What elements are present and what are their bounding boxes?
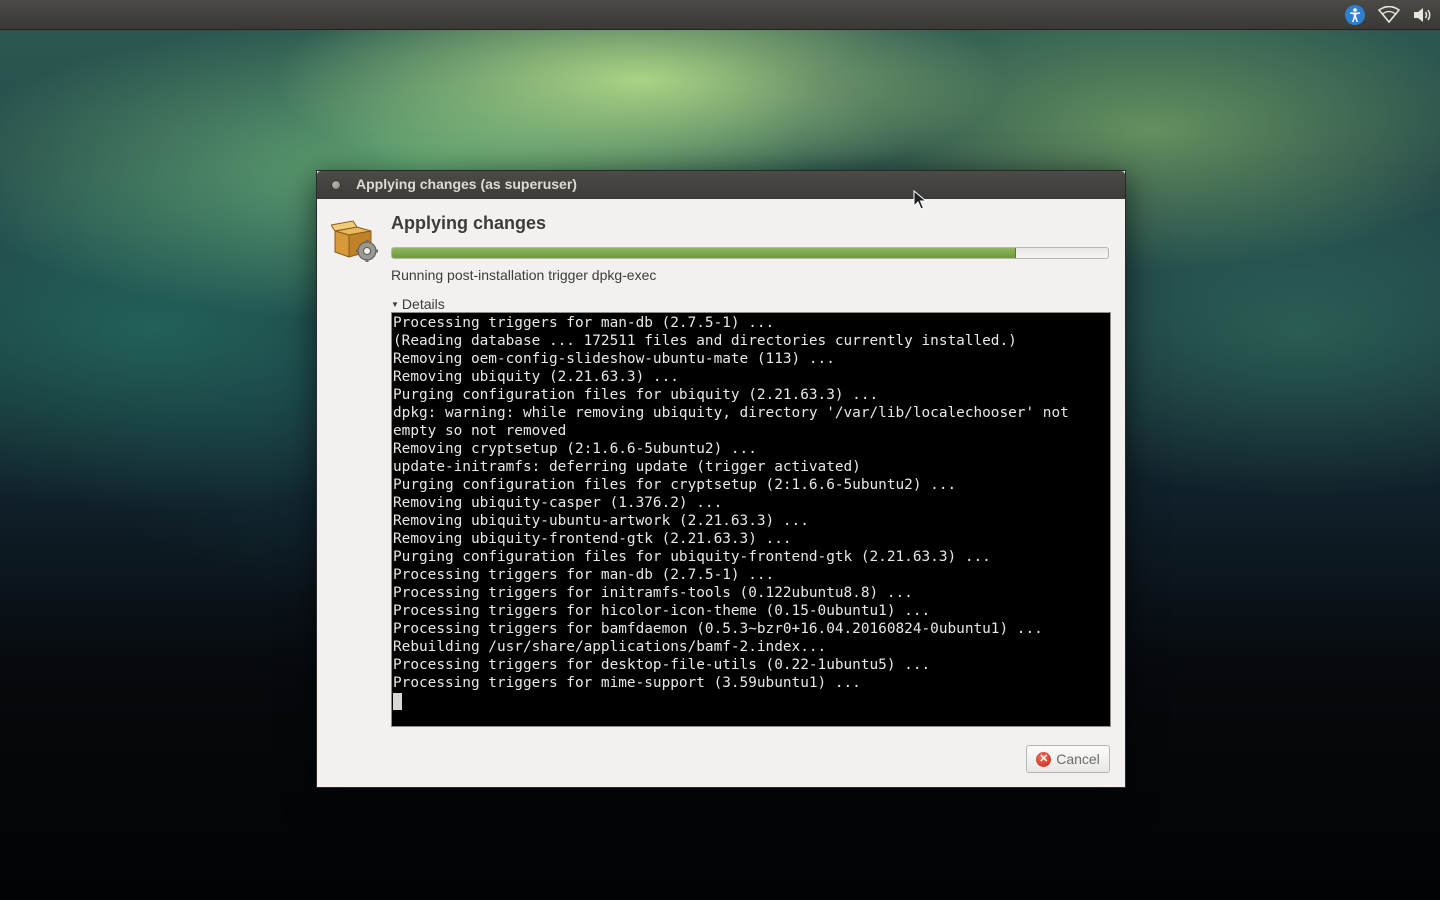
terminal-line: Removing cryptsetup (2:1.6.6-5ubuntu2) .… <box>393 441 757 457</box>
cancel-label: Cancel <box>1056 751 1100 767</box>
terminal-line: Purging configuration files for cryptset… <box>393 477 957 493</box>
terminal-line: Processing triggers for mime-support (3.… <box>393 675 861 691</box>
mouse-pointer-icon <box>913 190 927 210</box>
cancel-icon: ✕ <box>1036 751 1052 767</box>
terminal-line: dpkg: warning: while removing ubiquity, … <box>393 405 1069 421</box>
dialog-titlebar[interactable]: Applying changes (as superuser) <box>317 171 1125 199</box>
details-expander[interactable]: ▼ Details <box>391 296 445 312</box>
dialog-heading: Applying changes <box>391 213 547 233</box>
window-title: Applying changes (as superuser) <box>356 176 577 192</box>
terminal-line: Processing triggers for bamfdaemon (0.5.… <box>393 621 1043 637</box>
install-progress-bar <box>391 247 1109 259</box>
terminal-line: Removing ubiquity-frontend-gtk (2.21.63.… <box>393 531 792 547</box>
applying-changes-dialog: Applying changes (as superuser) Applying… <box>316 170 1126 788</box>
progress-status-text: Running post-installation trigger dpkg-e… <box>391 267 657 283</box>
terminal-line: Processing triggers for man-db (2.7.5-1)… <box>393 315 775 331</box>
terminal-line: empty so not removed <box>393 423 567 439</box>
terminal-line: Processing triggers for initramfs-tools … <box>393 585 913 601</box>
system-tray <box>1344 3 1434 27</box>
expander-arrow-icon: ▼ <box>391 299 399 309</box>
details-label: Details <box>401 296 445 312</box>
volume-icon[interactable] <box>1412 4 1434 26</box>
progress-bar-fill <box>392 248 1016 258</box>
top-panel <box>0 0 1440 30</box>
close-window-icon[interactable] <box>331 180 341 190</box>
terminal-line: Purging configuration files for ubiquity… <box>393 387 879 403</box>
terminal-line: Processing triggers for hicolor-icon-the… <box>393 603 931 619</box>
terminal-line: Processing triggers for desktop-file-uti… <box>393 657 931 673</box>
terminal-cursor <box>393 693 402 710</box>
terminal-line: (Reading database ... 172511 files and d… <box>393 333 1017 349</box>
terminal-line: Rebuilding /usr/share/applications/bamf-… <box>393 639 827 655</box>
cancel-button[interactable]: ✕ Cancel <box>1026 745 1110 773</box>
wifi-icon[interactable] <box>1378 4 1400 26</box>
terminal-line: Removing ubiquity-ubuntu-artwork (2.21.6… <box>393 513 809 529</box>
terminal-line: Removing ubiquity-casper (1.376.2) ... <box>393 495 723 511</box>
terminal-line: Removing oem-config-slideshow-ubuntu-mat… <box>393 351 835 367</box>
terminal-line: Purging configuration files for ubiquity… <box>393 549 991 565</box>
terminal-line: update-initramfs: deferring update (trig… <box>393 459 861 475</box>
accessibility-icon[interactable] <box>1344 4 1366 26</box>
terminal-line: Processing triggers for man-db (2.7.5-1)… <box>393 567 775 583</box>
package-install-icon <box>330 217 381 263</box>
terminal-output[interactable]: Processing triggers for man-db (2.7.5-1)… <box>391 312 1111 727</box>
terminal-line: Removing ubiquity (2.21.63.3) ... <box>393 369 679 385</box>
